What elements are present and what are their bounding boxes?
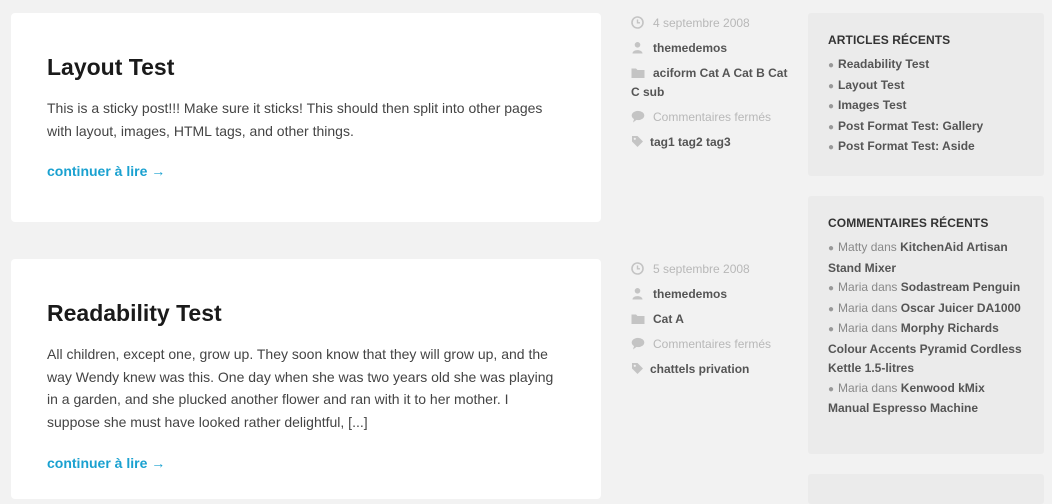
recent-comments-list: ● Matty dans KitchenAid Artisan Stand Mix… (828, 238, 1024, 419)
recent-comments-widget: COMMENTAIRES RÉCENTS ● Matty dans Kitchen… (808, 196, 1044, 454)
tag-icon (631, 362, 645, 376)
clock-icon (631, 16, 645, 30)
post-categories[interactable]: Cat A (631, 310, 791, 329)
bullet-icon: ● (828, 283, 835, 294)
recent-posts-list: ● Readability Test ● Layout Test ● Images T… (828, 55, 1024, 158)
user-icon (631, 41, 645, 55)
post-author[interactable]: themedemos (631, 39, 791, 58)
list-item[interactable]: ● Images Test (828, 96, 1024, 117)
folder-icon (631, 312, 645, 326)
bullet-icon: ● (828, 121, 835, 133)
list-item: ● Maria dans Morphy Richards Colour Accen… (828, 321, 1022, 375)
bullet-icon: ● (828, 303, 835, 315)
read-more-link[interactable]: continuer à lire → (47, 455, 165, 471)
list-item: ● Maria dans Oscar Juicer DA1000 (828, 300, 1021, 315)
recent-posts-widget: ARTICLES RÉCENTS ● Readability Test ● Layo… (808, 13, 1044, 176)
post-meta: 4 septembre 2008 themedemos aciform Cat … (631, 14, 791, 158)
post-excerpt: This is a sticky post!!! Make sure it st… (47, 100, 543, 139)
read-more-link[interactable]: continuer à lire → (47, 163, 165, 179)
post-categories[interactable]: aciform Cat A Cat B Cat C sub (631, 64, 791, 102)
post-date[interactable]: 4 septembre 2008 (631, 14, 791, 33)
bullet-icon: ● (828, 80, 835, 92)
post-title[interactable]: Layout Test (47, 54, 565, 81)
bullet-icon: ● (828, 243, 835, 254)
comment-post-link[interactable]: Sodastream Penguin (901, 280, 1020, 294)
comment-icon (631, 337, 645, 351)
post-date[interactable]: 5 septembre 2008 (631, 260, 791, 279)
widget-title: ARTICLES RÉCENTS (828, 33, 951, 47)
post-card: Readability Test All children, except on… (11, 259, 601, 499)
post-excerpt: All children, except one, grow up. They … (47, 346, 554, 431)
list-item: ● Matty dans KitchenAid Artisan Stand Mix… (828, 240, 1008, 275)
bullet-icon: ● (828, 324, 835, 335)
post-tags[interactable]: tag1 tag2 tag3 (631, 133, 791, 152)
sidebar-widget (808, 474, 1044, 504)
clock-icon (631, 262, 645, 276)
list-item[interactable]: ● Layout Test (828, 76, 1024, 97)
post-author[interactable]: themedemos (631, 285, 791, 304)
bullet-icon: ● (828, 142, 835, 153)
list-item[interactable]: ● Post Format Test: Gallery (828, 117, 1024, 138)
comment-icon (631, 110, 645, 124)
bullet-icon: ● (828, 101, 835, 112)
post-comments: Commentaires fermés (631, 108, 791, 127)
post-meta: 5 septembre 2008 themedemos Cat A Commen… (631, 260, 791, 385)
list-item: ● Maria dans Kenwood kMix Manual Espresso… (828, 380, 985, 416)
list-item: ● Maria dans Sodastream Penguin (828, 280, 1021, 294)
widget-title: COMMENTAIRES RÉCENTS (828, 216, 989, 230)
post-card: Layout Test This is a sticky post!!! Mak… (11, 13, 601, 222)
post-tags[interactable]: chattels privation (631, 360, 791, 379)
user-icon (631, 287, 645, 301)
tag-icon (631, 135, 645, 149)
bullet-icon: ● (828, 383, 835, 395)
folder-icon (631, 66, 645, 80)
list-item[interactable]: ● Readability Test (828, 55, 1024, 76)
list-item[interactable]: ● Post Format Test: Aside (828, 137, 1024, 158)
post-comments: Commentaires fermés (631, 335, 791, 354)
post-title[interactable]: Readability Test (47, 300, 565, 327)
bullet-icon: ● (828, 60, 835, 71)
comment-post-link[interactable]: Oscar Juicer DA1000 (901, 301, 1021, 315)
